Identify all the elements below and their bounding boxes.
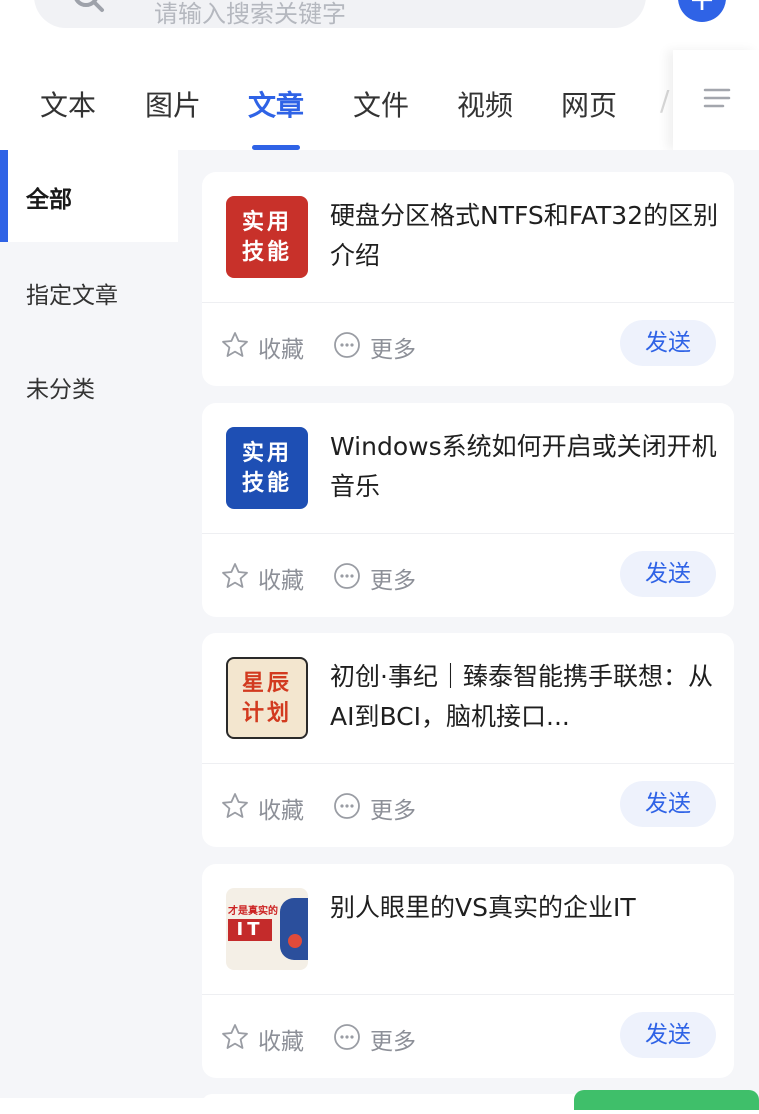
more-label: 更多 bbox=[370, 1029, 416, 1055]
sidebar-active-indicator bbox=[0, 150, 8, 242]
more-dots-icon bbox=[334, 1024, 360, 1050]
thumbnail-line-1: 星辰 bbox=[241, 670, 292, 696]
search-bar: 请输入搜索关键字 + bbox=[0, 0, 759, 50]
favorite-label: 收藏 bbox=[258, 337, 304, 363]
thumbnail-line-1: 实用 bbox=[241, 440, 292, 466]
article-thumbnail: 才是真实的 IT bbox=[226, 888, 308, 970]
search-icon bbox=[74, 0, 104, 12]
more-label: 更多 bbox=[370, 798, 416, 824]
sidebar-item-label: 全部 bbox=[26, 187, 72, 213]
article-thumbnail: 实用 技能 bbox=[226, 196, 308, 278]
article-card[interactable]: 才是真实的 IT 别人眼里的VS真实的企业IT 收藏 更多 发送 bbox=[202, 864, 734, 1078]
tab-files[interactable]: 文件 bbox=[353, 84, 409, 124]
thumbnail-label: 实用 技能 bbox=[226, 196, 308, 278]
thumbnail-line-2: 技能 bbox=[241, 470, 292, 496]
thumbnail-line-2: IT bbox=[228, 919, 272, 941]
add-button[interactable]: + bbox=[678, 0, 726, 22]
article-title[interactable]: 硬盘分区格式NTFS和FAT32的区别介绍 bbox=[330, 196, 720, 276]
tab-articles[interactable]: 文章 bbox=[248, 84, 304, 124]
send-button[interactable]: 发送 bbox=[620, 320, 716, 366]
tab-text[interactable]: 文本 bbox=[40, 84, 96, 124]
tab-images[interactable]: 图片 bbox=[145, 84, 201, 124]
category-tabs: 文本 图片 文章 文件 视频 网页 / bbox=[0, 50, 759, 150]
divider bbox=[202, 763, 734, 764]
article-card[interactable]: 实用 技能 硬盘分区格式NTFS和FAT32的区别介绍 收藏 更多 发送 bbox=[202, 172, 734, 386]
article-title[interactable]: 别人眼里的VS真实的企业IT bbox=[330, 888, 720, 928]
divider bbox=[202, 533, 734, 534]
sidebar: 全部 指定文章 未分类 bbox=[0, 150, 178, 1098]
favorite-label: 收藏 bbox=[258, 1029, 304, 1055]
favorite-label: 收藏 bbox=[258, 798, 304, 824]
star-icon bbox=[222, 332, 248, 357]
tab-overflow-hint: / bbox=[660, 84, 670, 117]
floating-action-button[interactable] bbox=[574, 1090, 759, 1110]
thumbnail-line-2: 计划 bbox=[241, 700, 292, 726]
sidebar-item-selected-articles[interactable]: 指定文章 bbox=[0, 246, 178, 338]
search-placeholder: 请输入搜索关键字 bbox=[154, 0, 346, 28]
thumbnail-label: 才是真实的 IT bbox=[226, 902, 284, 941]
thumbnail-label: 实用 技能 bbox=[226, 427, 308, 509]
article-title[interactable]: Windows系统如何开启或关闭开机音乐 bbox=[330, 427, 720, 507]
more-dots-icon bbox=[334, 332, 360, 358]
thumbnail-line-2: 技能 bbox=[241, 239, 292, 265]
send-button[interactable]: 发送 bbox=[620, 1012, 716, 1058]
article-title[interactable]: 初创·事纪｜臻泰智能携手联想：从AI到BCI，脑机接口... bbox=[330, 657, 720, 737]
thumbnail-line-1: 实用 bbox=[241, 209, 292, 235]
search-input[interactable]: 请输入搜索关键字 bbox=[34, 0, 646, 28]
cartoon-character-face bbox=[288, 934, 302, 948]
article-card[interactable]: 星辰 计划 初创·事纪｜臻泰智能携手联想：从AI到BCI，脑机接口... 收藏 … bbox=[202, 633, 734, 847]
article-list: 实用 技能 硬盘分区格式NTFS和FAT32的区别介绍 收藏 更多 发送 实用 … bbox=[178, 150, 759, 1114]
star-icon bbox=[222, 1024, 248, 1049]
favorite-label: 收藏 bbox=[258, 568, 304, 594]
tab-webpages[interactable]: 网页 bbox=[561, 84, 617, 124]
star-icon bbox=[222, 563, 248, 588]
cartoon-character-illustration bbox=[280, 898, 308, 960]
more-dots-icon bbox=[334, 563, 360, 589]
more-label: 更多 bbox=[370, 337, 416, 363]
sidebar-item-uncategorized[interactable]: 未分类 bbox=[0, 340, 178, 432]
more-label: 更多 bbox=[370, 568, 416, 594]
sidebar-item-label: 指定文章 bbox=[26, 283, 118, 309]
tab-videos[interactable]: 视频 bbox=[457, 84, 513, 124]
article-thumbnail: 星辰 计划 bbox=[226, 657, 308, 739]
star-icon bbox=[222, 793, 248, 818]
sidebar-item-all[interactable]: 全部 bbox=[0, 150, 178, 242]
thumbnail-line-1: 才是真实的 bbox=[228, 906, 278, 917]
article-thumbnail: 实用 技能 bbox=[226, 427, 308, 509]
article-card[interactable]: 实用 技能 Windows系统如何开启或关闭开机音乐 收藏 更多 发送 bbox=[202, 403, 734, 617]
more-dots-icon bbox=[334, 793, 360, 819]
send-button[interactable]: 发送 bbox=[620, 551, 716, 597]
divider bbox=[202, 994, 734, 995]
tab-menu-button[interactable] bbox=[673, 50, 759, 150]
menu-icon bbox=[703, 88, 731, 108]
divider bbox=[202, 302, 734, 303]
thumbnail-label: 星辰 计划 bbox=[228, 659, 306, 737]
sidebar-item-label: 未分类 bbox=[26, 377, 95, 403]
send-button[interactable]: 发送 bbox=[620, 781, 716, 827]
